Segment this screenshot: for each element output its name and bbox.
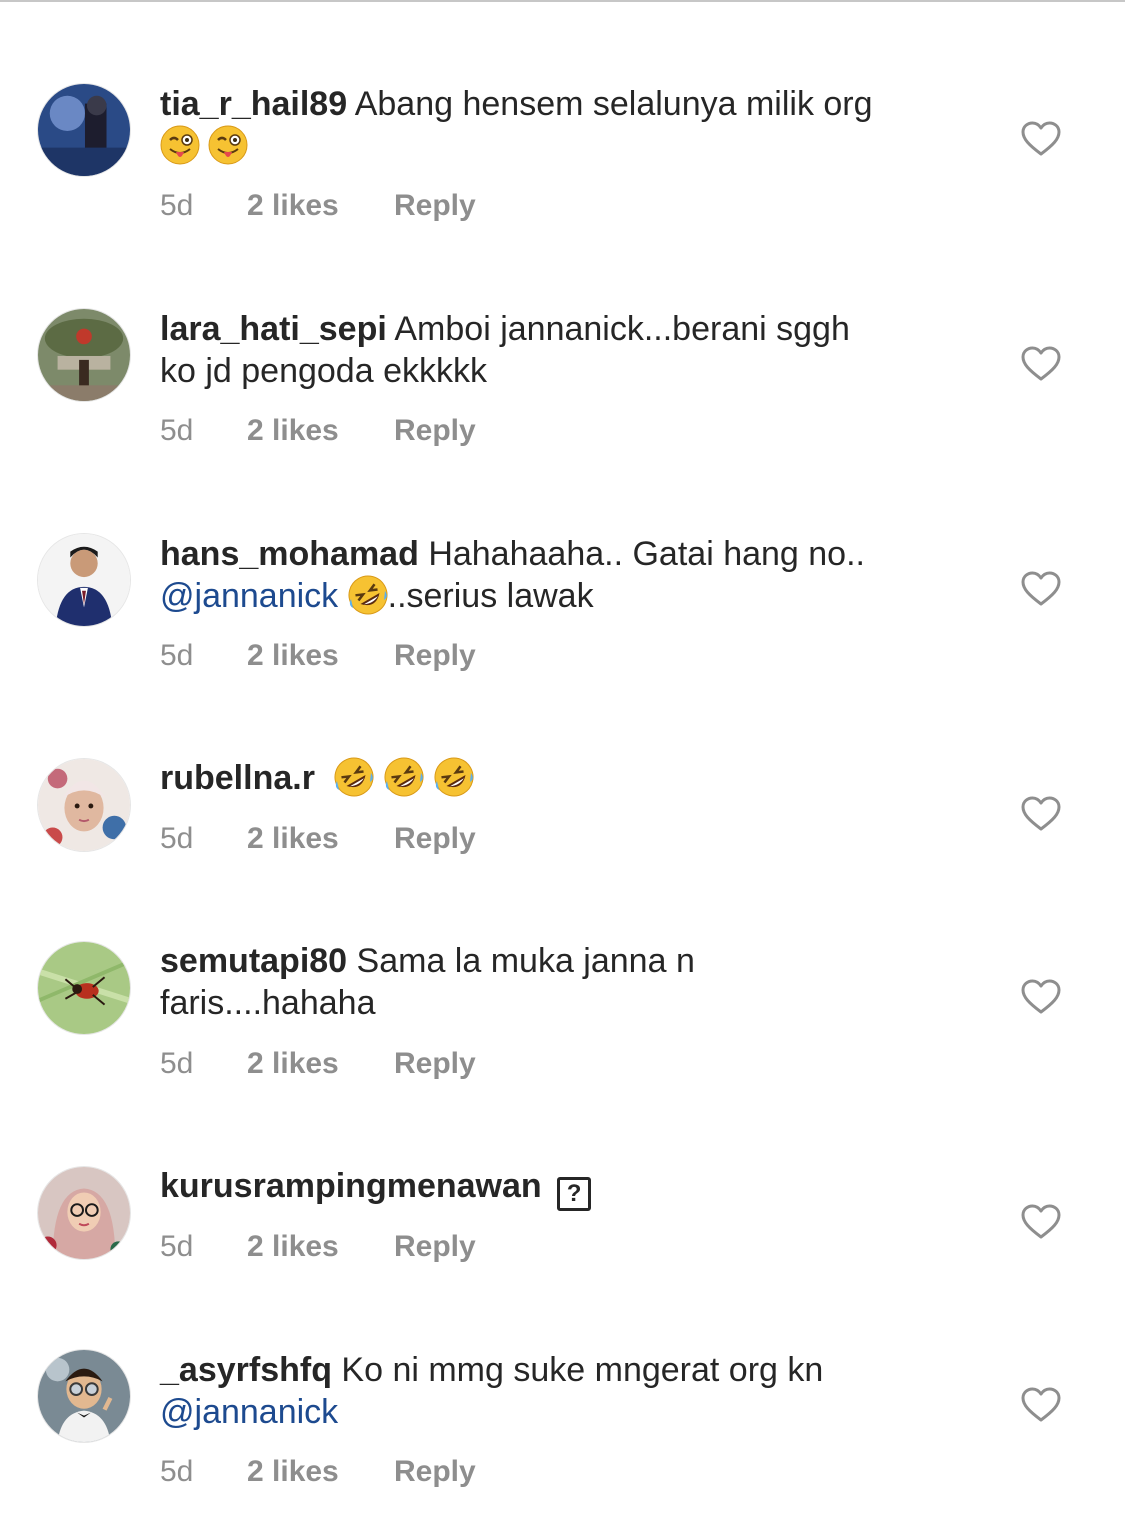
avatar[interactable] <box>37 1166 131 1260</box>
comment-text: kurusrampingmenawan ? <box>160 1165 960 1211</box>
comment-timestamp: 5d <box>160 414 194 447</box>
likes-count[interactable]: 2 likes <box>247 638 339 674</box>
comment-text: tia_r_hail89 Abang hensem selalunya mili… <box>160 83 960 167</box>
comment-username[interactable]: tia_r_hail89 <box>160 85 347 123</box>
winking-face-with-tongue-emoji <box>160 125 200 165</box>
avatar[interactable] <box>37 758 131 852</box>
comment-text: lara_hati_sepi Amboi jannanick...berani … <box>160 308 960 392</box>
rolling-on-floor-laughing-emoji <box>348 575 388 615</box>
comment-body-continued: faris....hahaha <box>160 984 376 1022</box>
avatar[interactable] <box>37 83 131 177</box>
likes-count[interactable]: 2 likes <box>247 1454 339 1490</box>
reply-button[interactable]: Reply <box>394 188 476 224</box>
heart-outline-icon[interactable] <box>1021 571 1061 607</box>
avatar[interactable] <box>37 941 131 1035</box>
likes-count[interactable]: 2 likes <box>247 821 339 857</box>
comment-body: Ko ni mmg suke mngerat org kn <box>341 1351 824 1389</box>
avatar[interactable] <box>37 533 131 627</box>
rolling-on-floor-laughing-emoji <box>434 757 474 797</box>
comment-text: semutapi80 Sama la muka janna n faris...… <box>160 940 960 1024</box>
comment-timestamp: 5d <box>160 1230 194 1263</box>
comment-timestamp: 5d <box>160 822 194 855</box>
winking-face-with-tongue-emoji <box>208 125 248 165</box>
rolling-on-floor-laughing-emoji <box>384 757 424 797</box>
mention-link[interactable]: @jannanick <box>160 1393 338 1431</box>
avatar[interactable] <box>37 308 131 402</box>
reply-button[interactable]: Reply <box>394 638 476 674</box>
reply-button[interactable]: Reply <box>394 1046 476 1082</box>
heart-outline-icon[interactable] <box>1021 1204 1061 1240</box>
heart-outline-icon[interactable] <box>1021 346 1061 382</box>
comment-username[interactable]: hans_mohamad <box>160 535 419 573</box>
likes-count[interactable]: 2 likes <box>247 413 339 449</box>
top-divider <box>0 0 1125 2</box>
mention-link[interactable]: @jannanick <box>160 577 338 615</box>
comment-body: Abang hensem selalunya milik org <box>354 85 873 123</box>
comment-username[interactable]: lara_hati_sepi <box>160 310 387 348</box>
heart-outline-icon[interactable] <box>1021 979 1061 1015</box>
likes-count[interactable]: 2 likes <box>247 1046 339 1082</box>
avatar[interactable] <box>37 1349 131 1443</box>
comment-timestamp: 5d <box>160 639 194 672</box>
comment-body: Sama la muka janna n <box>356 942 695 980</box>
likes-count[interactable]: 2 likes <box>247 1229 339 1265</box>
unsupported-glyph-icon: ? <box>557 1177 592 1211</box>
reply-button[interactable]: Reply <box>394 1229 476 1265</box>
comment-timestamp: 5d <box>160 189 194 222</box>
comment-text: rubellna.r <box>160 757 960 799</box>
comment-body-continued: ko jd pengoda ekkkkk <box>160 352 487 390</box>
comment-username[interactable]: _asyrfshfq <box>160 1351 332 1389</box>
comment-body: Amboi jannanick...berani sggh <box>394 310 850 348</box>
comment-timestamp: 5d <box>160 1455 194 1488</box>
reply-button[interactable]: Reply <box>394 1454 476 1490</box>
heart-outline-icon[interactable] <box>1021 796 1061 832</box>
reply-button[interactable]: Reply <box>394 413 476 449</box>
likes-count[interactable]: 2 likes <box>247 188 339 224</box>
comment-text: hans_mohamad Hahahaaha.. Gatai hang no..… <box>160 533 960 617</box>
comment-username[interactable]: rubellna.r <box>160 759 315 797</box>
heart-outline-icon[interactable] <box>1021 1387 1061 1423</box>
comment-body: Hahahaaha.. Gatai hang no.. <box>428 535 865 573</box>
comment-text: _asyrfshfq Ko ni mmg suke mngerat org kn… <box>160 1349 960 1433</box>
reply-button[interactable]: Reply <box>394 821 476 857</box>
heart-outline-icon[interactable] <box>1021 121 1061 157</box>
comment-body-continued: ..serius lawak <box>387 577 594 615</box>
rolling-on-floor-laughing-emoji <box>334 757 374 797</box>
comment-timestamp: 5d <box>160 1047 194 1080</box>
comment-username[interactable]: semutapi80 <box>160 942 347 980</box>
comment-username[interactable]: kurusrampingmenawan <box>160 1167 542 1205</box>
